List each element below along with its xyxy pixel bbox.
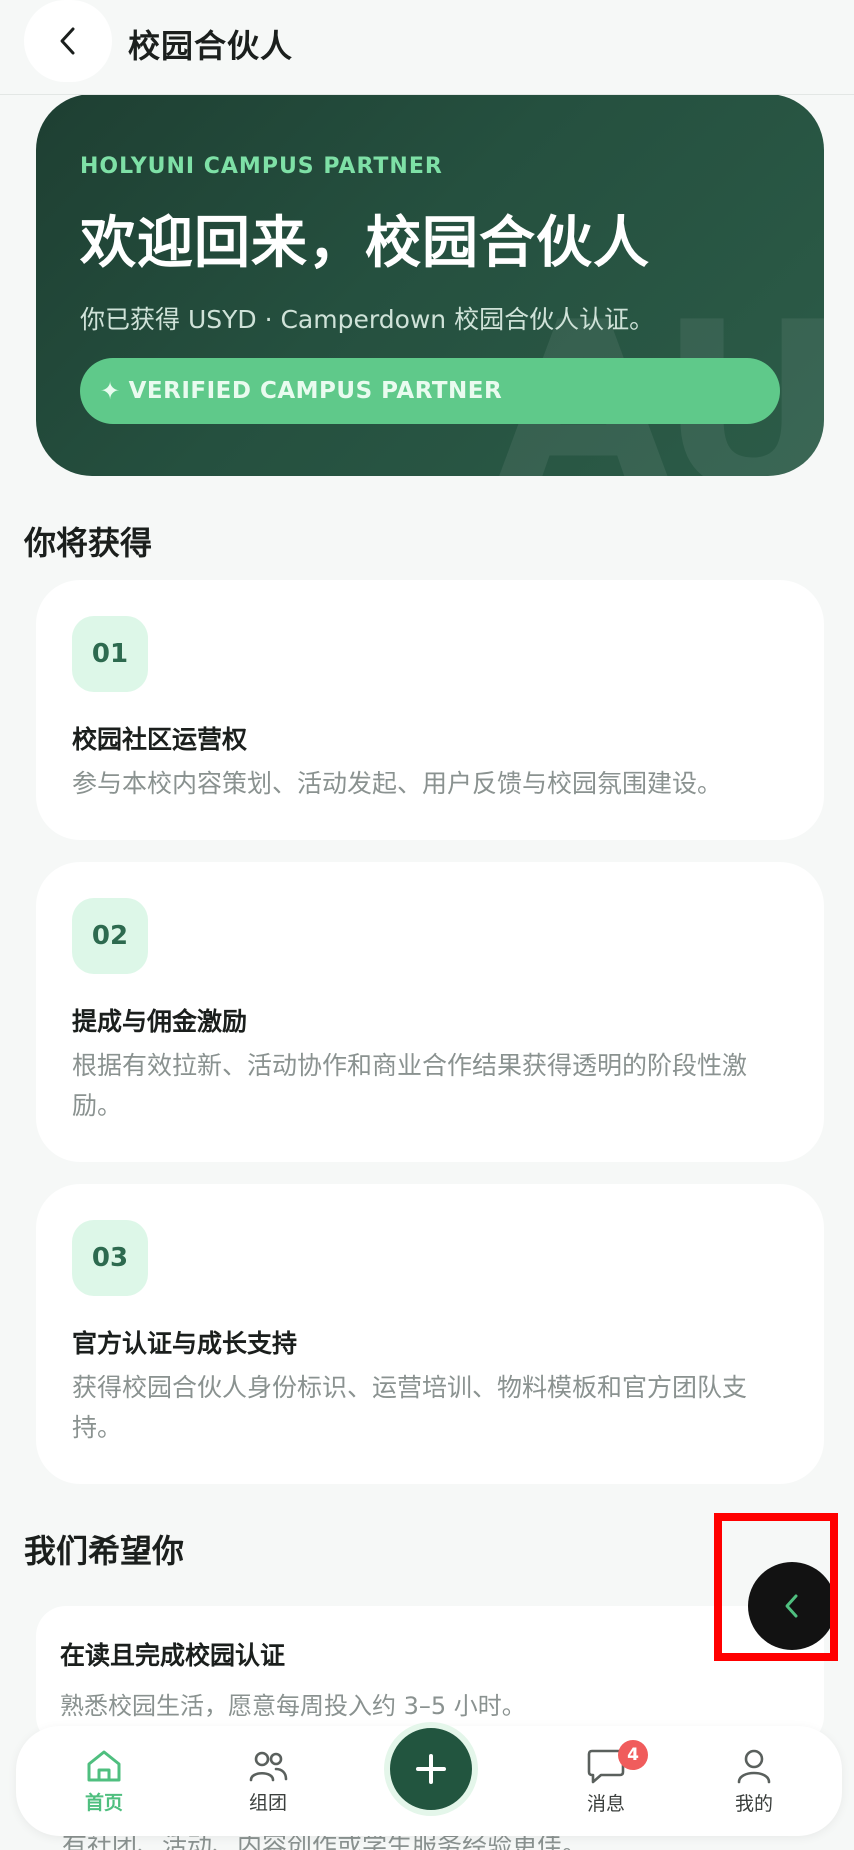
page-title: 校园合伙人 <box>128 27 294 65</box>
verified-badge-label: VERIFIED CAMPUS PARTNER <box>128 378 503 404</box>
benefit-title: 校园社区运营权 <box>72 725 248 754</box>
nav-label: 首页 <box>84 1791 123 1814</box>
nav-label: 消息 <box>586 1792 625 1815</box>
sparkle-icon: ✦ <box>100 377 121 405</box>
benefit-description: 获得校园合伙人身份标识、运营培训、物料模板和官方团队支持。 <box>72 1373 748 1442</box>
benefit-card: 03 官方认证与成长支持 获得校园合伙人身份标识、运营培训、物料模板和官方团队支… <box>36 1184 824 1484</box>
hero-kicker: HOLYUNI CAMPUS PARTNER <box>80 154 443 179</box>
hero-card: AU HOLYUNI CAMPUS PARTNER 欢迎回来，校园合伙人 你已获… <box>36 94 824 476</box>
floating-expand-button[interactable] <box>748 1562 836 1650</box>
benefit-number: 01 <box>72 616 148 692</box>
benefits-section-title: 你将获得 <box>24 524 153 562</box>
plus-icon <box>416 1754 446 1784</box>
benefit-description: 根据有效拉新、活动协作和商业合作结果获得透明的阶段性激励。 <box>72 1051 748 1120</box>
nav-item-group[interactable]: 组团 <box>208 1726 328 1836</box>
unread-badge: 4 <box>618 1740 648 1770</box>
hero-subtitle: 你已获得 USYD · Camperdown 校园合伙人认证。 <box>80 305 655 334</box>
benefit-number: 02 <box>72 898 148 974</box>
user-icon <box>737 1749 771 1783</box>
home-icon <box>87 1750 121 1781</box>
hero-title: 欢迎回来，校园合伙人 <box>80 211 650 276</box>
requirement-description: 熟悉校园生活，愿意每周投入约 3–5 小时。 <box>60 1692 526 1720</box>
benefit-title: 提成与佣金激励 <box>72 1007 248 1036</box>
top-bar: 校园合伙人 <box>0 0 854 95</box>
group-icon <box>249 1751 288 1781</box>
back-button[interactable] <box>24 0 112 82</box>
chevron-left-icon <box>60 27 75 55</box>
benefit-card: 01 校园社区运营权 参与本校内容策划、活动发起、用户反馈与校园氛围建设。 <box>36 580 824 840</box>
benefit-card: 02 提成与佣金激励 根据有效拉新、活动协作和商业合作结果获得透明的阶段性激励。 <box>36 862 824 1162</box>
benefit-title: 官方认证与成长支持 <box>72 1329 298 1358</box>
verified-badge: ✦ VERIFIED CAMPUS PARTNER <box>80 358 780 424</box>
benefit-number: 03 <box>72 1220 148 1296</box>
requirement-title: 在读且完成校园认证 <box>60 1641 286 1670</box>
chevron-left-icon <box>785 1594 798 1618</box>
nav-item-profile[interactable]: 我的 <box>694 1726 814 1836</box>
nav-label: 我的 <box>734 1792 773 1815</box>
nav-item-messages[interactable]: 消息 4 <box>546 1726 666 1836</box>
bottom-nav: 首页 组团 消息 4 我的 <box>16 1722 842 1836</box>
nav-item-home[interactable]: 首页 <box>44 1726 164 1836</box>
nav-label: 组团 <box>248 1791 287 1814</box>
add-button[interactable] <box>384 1722 478 1816</box>
benefit-description: 参与本校内容策划、活动发起、用户反馈与校园氛围建设。 <box>72 769 723 798</box>
requirements-section-title: 我们希望你 <box>24 1532 185 1570</box>
